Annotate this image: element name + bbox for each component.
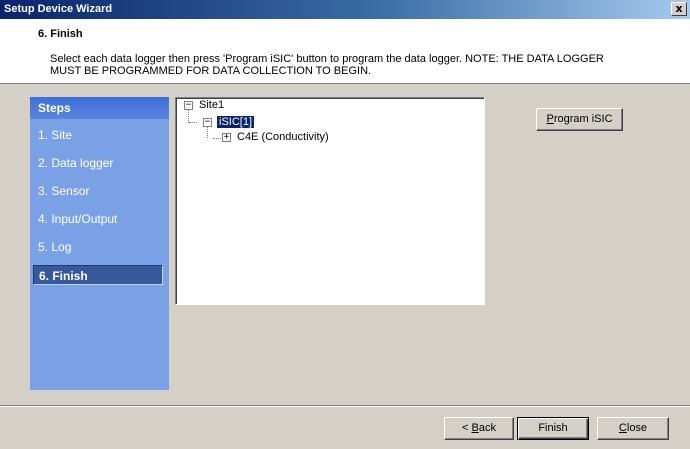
close-button[interactable]: Close — [597, 417, 669, 440]
step-log[interactable]: 5. Log — [38, 237, 166, 257]
step-input-output[interactable]: 4. Input/Output — [38, 209, 166, 229]
button-label: rogram iSIC — [553, 113, 613, 125]
footer-separator — [0, 405, 690, 407]
tree-line — [207, 127, 208, 138]
step-site[interactable]: 1. Site — [38, 125, 166, 145]
button-accelerator: P — [546, 113, 554, 125]
expand-icon[interactable]: + — [222, 133, 231, 142]
tree-line — [189, 122, 197, 123]
steps-panel: Steps 1. Site 2. Data logger 3. Sensor 4… — [30, 97, 169, 390]
button-label: ack — [478, 422, 496, 434]
program-isic-button[interactable]: Program iSIC — [536, 108, 623, 131]
setup-device-wizard-window: Setup Device Wizard x 6. Finish Select e… — [0, 0, 690, 449]
button-label: Finish — [538, 422, 568, 434]
description-line-2: MUST BE PROGRAMMED FOR DATA COLLECTION T… — [50, 65, 372, 77]
wizard-header: 6. Finish Select each data logger then p… — [0, 19, 690, 84]
finish-button[interactable]: Finish — [517, 417, 589, 440]
step-sensor[interactable]: 3. Sensor — [38, 181, 166, 201]
device-tree[interactable]: − Site1 − iSIC[1] + C4E (Conductivity) — [175, 97, 485, 305]
button-accelerator: B — [471, 422, 479, 434]
page-description: Select each data logger then press 'Prog… — [50, 53, 650, 77]
page-title: 6. Finish — [38, 28, 83, 40]
tree-node-logger-label: iSIC[1] — [217, 116, 255, 128]
step-finish[interactable]: 6. Finish — [33, 265, 163, 285]
collapse-icon[interactable]: − — [184, 101, 193, 110]
collapse-icon[interactable]: − — [203, 118, 212, 127]
title-bar[interactable]: Setup Device Wizard x — [0, 0, 690, 19]
button-label: lose — [626, 422, 648, 434]
back-button[interactable]: < Back — [444, 417, 514, 440]
window-title: Setup Device Wizard — [4, 3, 113, 15]
tree-node-site[interactable]: Site1 — [199, 99, 224, 112]
close-icon[interactable]: x — [671, 2, 687, 16]
button-prefix: < — [462, 422, 472, 434]
tree-line — [213, 138, 221, 139]
tree-node-logger[interactable]: iSIC[1] — [217, 116, 255, 129]
description-line-1: Select each data logger then press 'Prog… — [50, 53, 604, 65]
button-accelerator: C — [618, 422, 627, 434]
tree-node-sensor[interactable]: C4E (Conductivity) — [237, 131, 329, 144]
step-data-logger[interactable]: 2. Data logger — [38, 153, 166, 173]
steps-heading: Steps — [30, 97, 169, 119]
